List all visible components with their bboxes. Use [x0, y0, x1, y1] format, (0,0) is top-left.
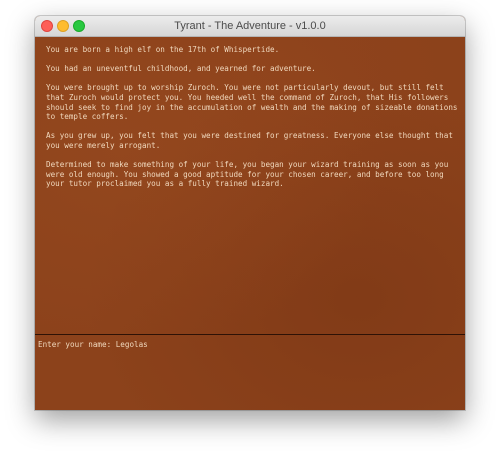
game-console: You are born a high elf on the 17th of W… [35, 37, 465, 410]
name-input-line[interactable]: Enter your name: Legolas [38, 340, 148, 350]
story-paragraph-training: Determined to make something of your lif… [46, 160, 449, 189]
title-bar[interactable]: Tyrant - The Adventure - v1.0.0 [35, 16, 465, 37]
story-paragraph-birth: You are born a high elf on the 17th of W… [46, 45, 280, 54]
story-paragraph-growing-up: As you grew up, you felt that you were d… [46, 131, 453, 150]
window-title: Tyrant - The Adventure - v1.0.0 [174, 20, 326, 32]
name-prompt-label: Enter your name: [38, 340, 116, 349]
console-divider [35, 334, 465, 335]
story-paragraph-childhood: You had an uneventful childhood, and yea… [46, 64, 316, 74]
name-input-value[interactable]: Legolas [116, 340, 148, 349]
story-text: You are born a high elf on the 17th of W… [46, 45, 458, 199]
app-window: Tyrant - The Adventure - v1.0.0 You are … [35, 16, 465, 410]
story-paragraph-religion: You were brought up to worship Zuroch. Y… [46, 83, 458, 122]
